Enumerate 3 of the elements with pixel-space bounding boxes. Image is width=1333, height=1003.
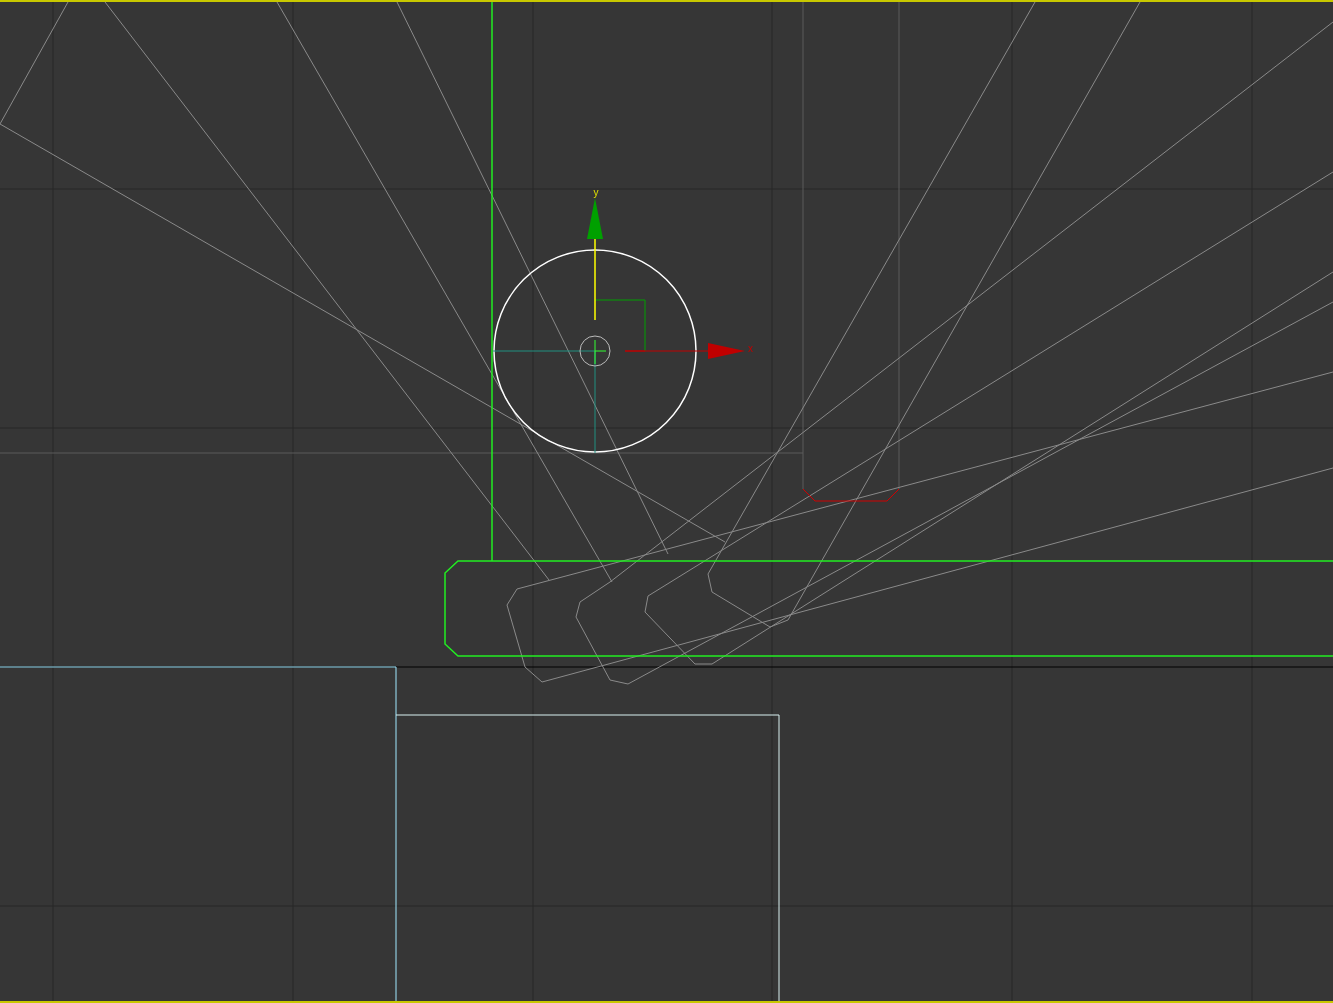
viewport[interactable]: y x <box>0 0 1333 1003</box>
pivot-point-icon <box>579 335 611 367</box>
circle-helper[interactable] <box>493 249 697 453</box>
